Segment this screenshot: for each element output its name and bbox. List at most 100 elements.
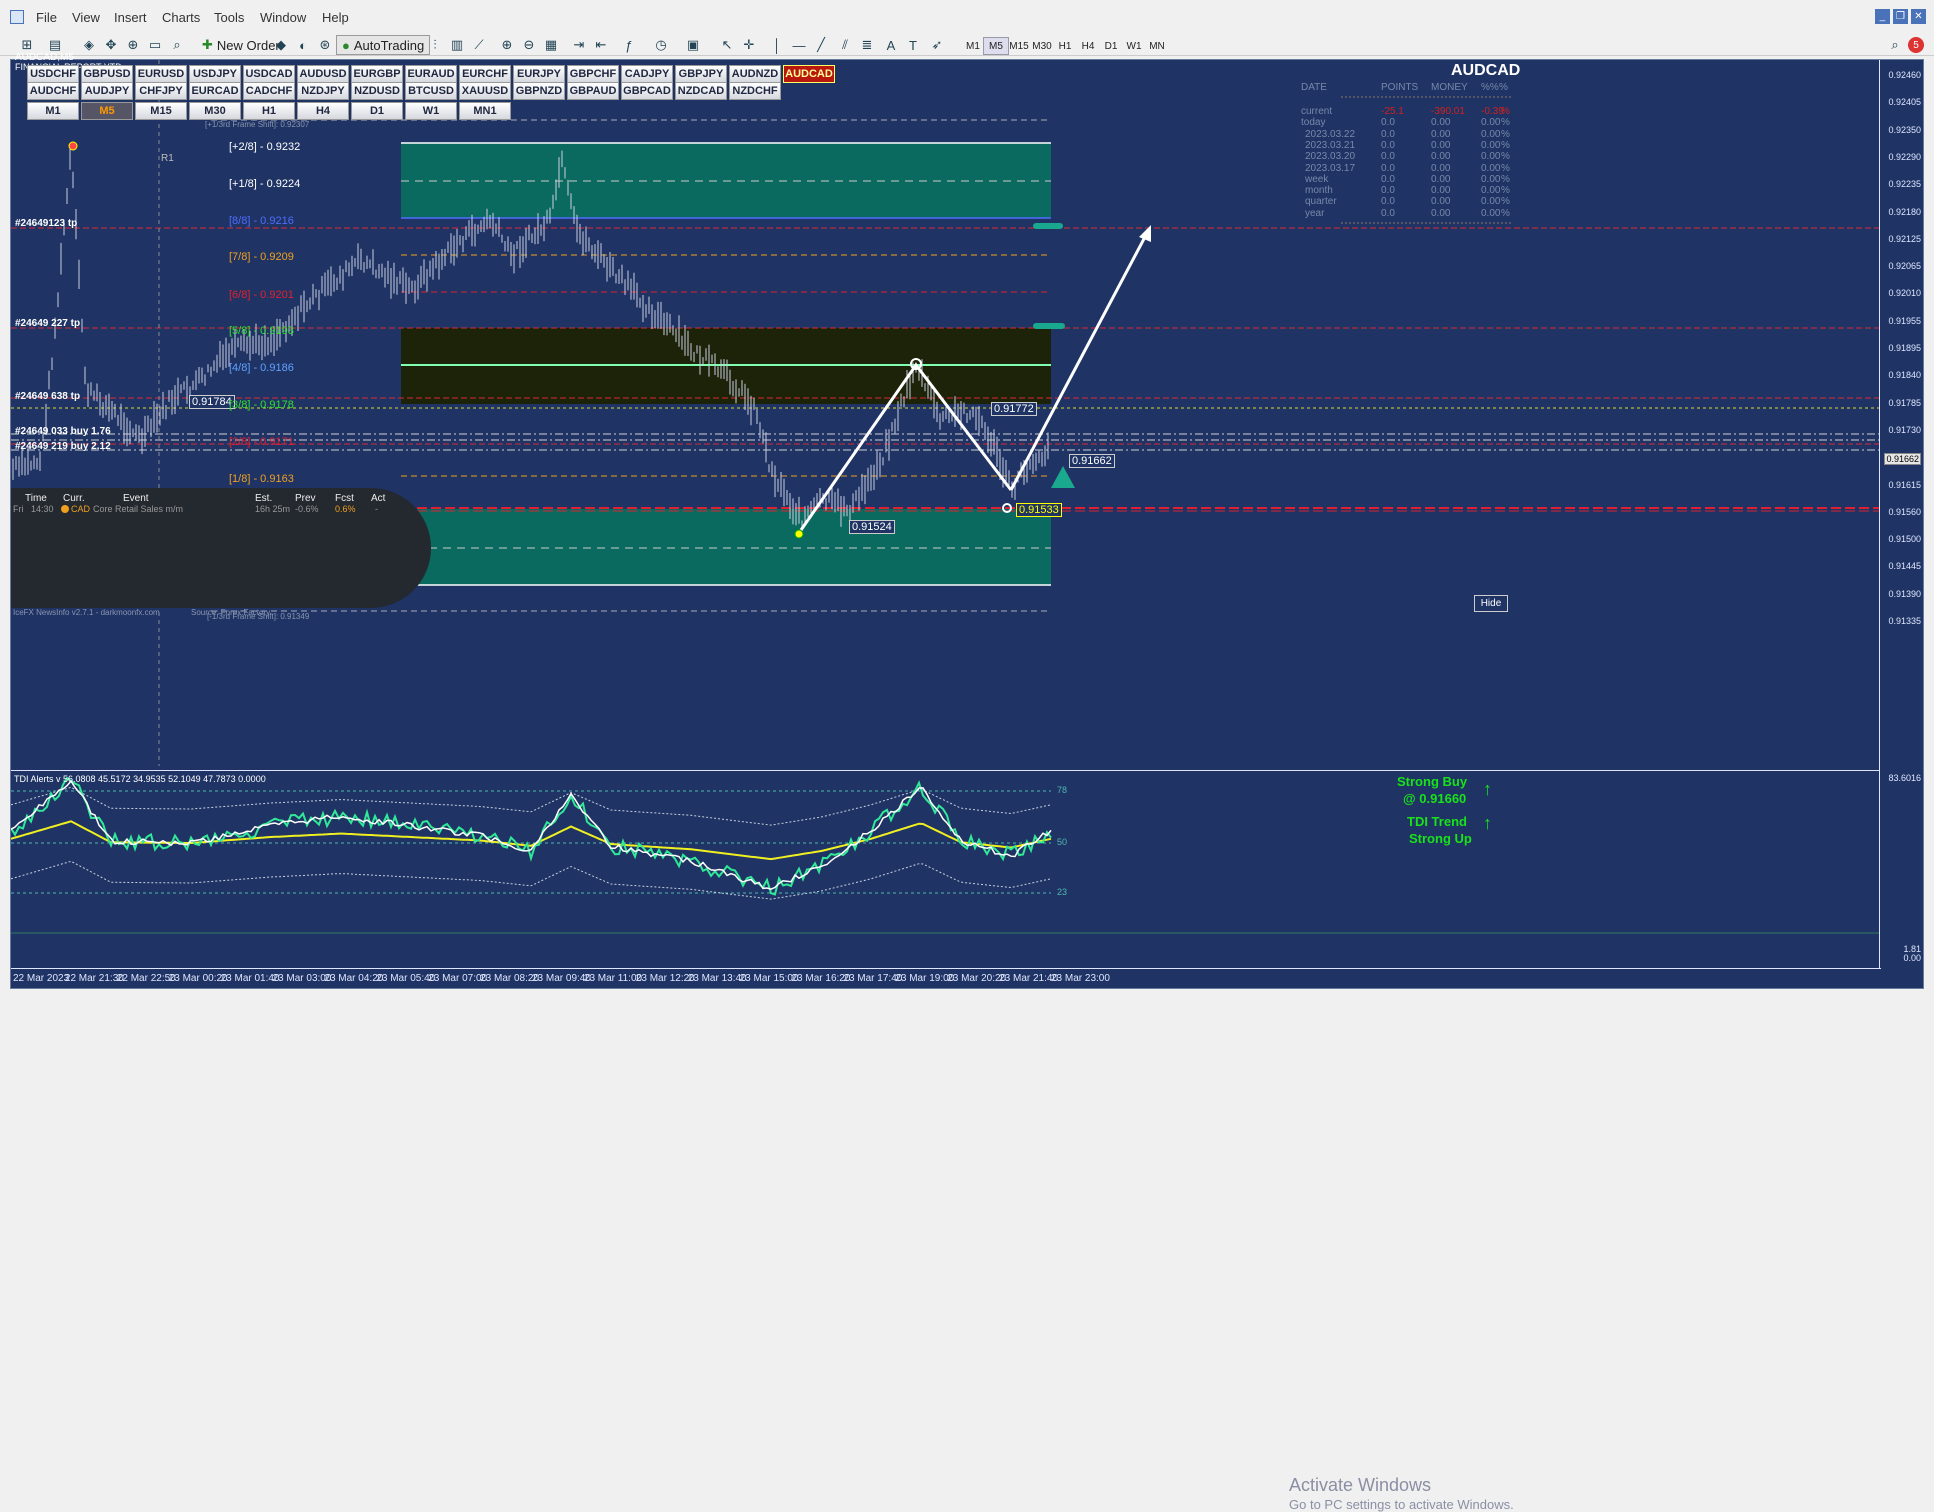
- chart-tf-button-m1[interactable]: M1: [27, 102, 79, 120]
- crosshair-icon[interactable]: ✛: [738, 35, 760, 55]
- symbol-button-usdchf[interactable]: USDCHF: [27, 65, 79, 83]
- symbol-button-eurgbp[interactable]: EURGBP: [351, 65, 403, 83]
- templates-icon[interactable]: ▣: [682, 35, 704, 55]
- news-header-curr: Curr.: [63, 493, 85, 504]
- symbol-button-audcad[interactable]: AUDCAD: [783, 65, 835, 83]
- horizontal-line-icon[interactable]: —: [788, 35, 810, 55]
- market-watch-icon[interactable]: ◈: [78, 35, 100, 55]
- menu-window[interactable]: Window: [260, 10, 306, 25]
- trendline-icon[interactable]: ╱: [810, 35, 832, 55]
- chart-tf-button-m5[interactable]: M5: [81, 102, 133, 120]
- fibonacci-icon[interactable]: ≣: [856, 35, 878, 55]
- candlestick-icon[interactable]: ▥: [446, 35, 468, 55]
- menu-insert[interactable]: Insert: [114, 10, 147, 25]
- symbol-button-audusd[interactable]: AUDUSD: [297, 65, 349, 83]
- vertical-line-icon[interactable]: │: [766, 35, 788, 55]
- symbol-button-eurjpy[interactable]: EURJPY: [513, 65, 565, 83]
- chart-window[interactable]: AUDCAD,M5 FINANCIAL REPORT YTD AUDCAD [+…: [10, 52, 1924, 1512]
- vps-icon[interactable]: ⊛: [314, 35, 336, 55]
- zoom-in-icon[interactable]: ⊕: [496, 35, 518, 55]
- chart-tf-button-m30[interactable]: M30: [189, 102, 241, 120]
- menu-help[interactable]: Help: [322, 10, 349, 25]
- close-button[interactable]: ✕: [1911, 9, 1926, 24]
- autotrading-label: AutoTrading: [353, 37, 425, 53]
- minimize-button[interactable]: _: [1875, 9, 1890, 24]
- time-label: 23 Mar 17:40: [843, 973, 903, 984]
- symbol-button-audjpy[interactable]: AUDJPY: [81, 82, 133, 100]
- symbol-button-gbpaud[interactable]: GBPAUD: [567, 82, 619, 100]
- channel-icon[interactable]: ⫽: [834, 35, 856, 55]
- symbol-button-chfjpy[interactable]: CHFJPY: [135, 82, 187, 100]
- price-scale[interactable]: 0.92460 0.92405 0.92350 0.92290 0.92235 0.921…: [1879, 60, 1923, 968]
- bar-chart-icon[interactable]: ⫶: [424, 35, 446, 55]
- tile-windows-icon[interactable]: ▦: [540, 35, 562, 55]
- symbol-button-eurchf[interactable]: EURCHF: [459, 65, 511, 83]
- order-label-tp-2: #24649 227 tp: [15, 318, 81, 329]
- report-cell: 0.00: [1481, 207, 1501, 219]
- time-label: 23 Mar 23:00: [1051, 973, 1110, 984]
- search-icon[interactable]: ⌕: [1884, 35, 1906, 55]
- chart-tf-button-mn1[interactable]: MN1: [459, 102, 511, 120]
- symbol-button-xauusd[interactable]: XAUUSD: [459, 82, 511, 100]
- report-cell: year: [1305, 207, 1325, 219]
- symbol-button-nzdjpy[interactable]: NZDJPY: [297, 82, 349, 100]
- navigator-icon[interactable]: ✥: [100, 35, 122, 55]
- menu-tools[interactable]: Tools: [214, 10, 244, 25]
- chart-tf-button-w1[interactable]: W1: [405, 102, 457, 120]
- symbol-button-usdjpy[interactable]: USDJPY: [189, 65, 241, 83]
- text-label-icon[interactable]: T: [902, 35, 924, 55]
- chart-tf-button-m15[interactable]: M15: [135, 102, 187, 120]
- cursor-icon[interactable]: ↖: [716, 35, 738, 55]
- symbol-button-gbpjpy[interactable]: GBPJPY: [675, 65, 727, 83]
- terminal-icon[interactable]: ▭: [144, 35, 166, 55]
- arrows-icon[interactable]: ➶: [926, 35, 948, 55]
- news-header-time: Time: [25, 493, 47, 504]
- chart-tf-button-h1[interactable]: H1: [243, 102, 295, 120]
- symbol-button-nzdusd[interactable]: NZDUSD: [351, 82, 403, 100]
- signals-icon[interactable]: ◐: [292, 35, 314, 55]
- report-cell: month: [1305, 185, 1333, 197]
- autotrading-button[interactable]: ● AutoTrading: [336, 35, 431, 55]
- indicators-icon[interactable]: ƒ: [618, 35, 640, 55]
- r1-marker: [68, 141, 78, 151]
- symbol-button-gbpcad[interactable]: GBPCAD: [621, 82, 673, 100]
- menu-charts[interactable]: Charts: [162, 10, 200, 25]
- chart-tf-button-d1[interactable]: D1: [351, 102, 403, 120]
- symbol-button-euraud[interactable]: EURAUD: [405, 65, 457, 83]
- symbol-button-audchf[interactable]: AUDCHF: [27, 82, 79, 100]
- tf-mn[interactable]: MN: [1144, 37, 1170, 55]
- time-label: 23 Mar 15:00: [739, 973, 799, 984]
- symbol-button-nzdcad[interactable]: NZDCAD: [675, 82, 727, 100]
- text-icon[interactable]: A: [880, 35, 902, 55]
- menu-view[interactable]: View: [72, 10, 100, 25]
- tdi-pane[interactable]: TDI Alerts v 56.0808 45.5172 34.9535 52.…: [11, 770, 1881, 1512]
- data-window-icon[interactable]: ⊕: [122, 35, 144, 55]
- symbol-button-nzdchf[interactable]: NZDCHF: [729, 82, 781, 100]
- notification-badge[interactable]: 5: [1908, 37, 1924, 53]
- symbol-button-gbpusd[interactable]: GBPUSD: [81, 65, 133, 83]
- symbol-button-usdcad[interactable]: USDCAD: [243, 65, 295, 83]
- autoscroll-icon[interactable]: ⇥: [568, 35, 590, 55]
- symbol-button-gbpchf[interactable]: GBPCHF: [567, 65, 619, 83]
- metaeditor-icon[interactable]: ◆: [270, 35, 292, 55]
- symbol-button-audnzd[interactable]: AUDNZD: [729, 65, 781, 83]
- zoom-out-icon[interactable]: ⊖: [518, 35, 540, 55]
- time-scale[interactable]: 22 Mar 2023 22 Mar 21:30 22 Mar 22:50 23 Ma…: [11, 968, 1881, 988]
- restore-button[interactable]: ❐: [1893, 9, 1908, 24]
- symbol-button-cadjpy[interactable]: CADJPY: [621, 65, 673, 83]
- chart-shift-icon[interactable]: ⇤: [590, 35, 612, 55]
- price-pane[interactable]: AUDCAD,M5 FINANCIAL REPORT YTD AUDCAD [+…: [11, 52, 1881, 766]
- news-curr: CAD: [71, 504, 91, 514]
- menu-file[interactable]: File: [36, 10, 57, 25]
- symbol-button-eurusd[interactable]: EURUSD: [135, 65, 187, 83]
- report-header: %%: [1481, 82, 1499, 93]
- chart-tf-button-h4[interactable]: H4: [297, 102, 349, 120]
- hide-button[interactable]: Hide: [1474, 595, 1508, 612]
- strategy-tester-icon[interactable]: ⌕: [166, 35, 188, 55]
- symbol-button-gbpnzd[interactable]: GBPNZD: [513, 82, 565, 100]
- periods-icon[interactable]: ◷: [650, 35, 672, 55]
- line-chart-icon[interactable]: ⟋: [468, 35, 490, 55]
- symbol-button-btcusd[interactable]: BTCUSD: [405, 82, 457, 100]
- symbol-button-eurcad[interactable]: EURCAD: [189, 82, 241, 100]
- symbol-button-cadchf[interactable]: CADCHF: [243, 82, 295, 100]
